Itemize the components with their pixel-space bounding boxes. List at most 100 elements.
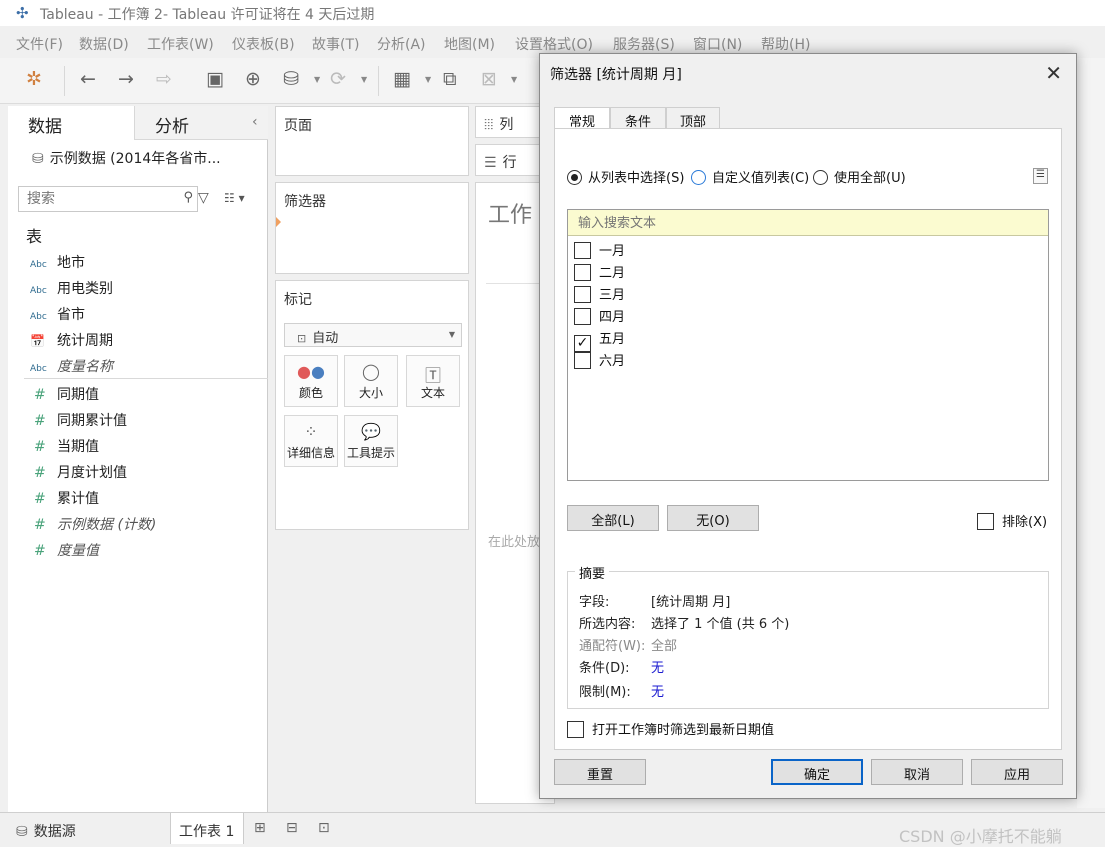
chevron-down-icon[interactable]: ▼ (511, 75, 517, 84)
field-item[interactable]: # 同期值 (30, 384, 99, 406)
summary-wildcard-row: 通配符(W): 全部 (579, 635, 677, 654)
chevron-down-icon[interactable]: ▼ (425, 75, 431, 84)
value-item-april[interactable]: 四月 (574, 306, 625, 326)
menu-window[interactable]: 窗口(N) (693, 34, 742, 54)
menu-story[interactable]: 故事(T) (312, 34, 359, 54)
field-item[interactable]: Abc 用电类别 (30, 278, 113, 300)
field-item[interactable]: Abc 省市 (30, 304, 85, 326)
pages-shelf[interactable]: 页面 (275, 106, 469, 176)
ok-button[interactable]: 确定 (771, 759, 863, 785)
menu-help[interactable]: 帮助(H) (761, 34, 810, 54)
tab-analysis[interactable]: 分析 (135, 106, 268, 140)
value-search-input[interactable] (576, 211, 1036, 235)
color-button[interactable]: ●● 颜色 (284, 355, 338, 407)
field-item[interactable]: # 月度计划值 (30, 462, 127, 484)
refresh-icon[interactable]: ⟳ (330, 68, 346, 90)
value-item-february[interactable]: 二月 (574, 262, 625, 282)
rows-shelf[interactable]: ☰ 行 (475, 144, 545, 176)
checkbox[interactable] (574, 264, 591, 281)
filters-shelf[interactable]: 筛选器 (275, 182, 469, 274)
checkbox[interactable] (574, 286, 591, 303)
value-search-field[interactable] (568, 210, 1048, 236)
database-icon: ⛁ (16, 824, 28, 840)
reset-button[interactable]: 重置 (554, 759, 646, 785)
value-item-march[interactable]: 三月 (574, 284, 625, 304)
field-item[interactable]: # 示例数据 (计数) (30, 514, 156, 536)
watermark: CSDN @小摩托不能躺 (899, 827, 1062, 846)
checkbox[interactable] (567, 721, 584, 738)
menu-data[interactable]: 数据(D) (79, 34, 129, 54)
menu-worksheet[interactable]: 工作表(W) (147, 34, 214, 54)
checkbox[interactable] (574, 308, 591, 325)
field-item[interactable]: # 当期值 (30, 436, 99, 458)
menu-dashboard[interactable]: 仪表板(B) (232, 34, 295, 54)
new-worksheet-icon[interactable]: ⊞ (254, 820, 266, 836)
size-button[interactable]: ◯ 大小 (344, 355, 398, 407)
tab-top[interactable]: 顶部 (666, 107, 720, 130)
pages-title: 页面 (284, 118, 312, 134)
mark-type-dropdown[interactable]: ⊡ 自动 ▼ (284, 323, 462, 347)
latest-date-option[interactable]: 打开工作簿时筛选到最新日期值 (567, 719, 774, 738)
summary-limit-row: 限制(M): 无 (579, 681, 664, 700)
new-story-icon[interactable]: ⊡ (318, 820, 330, 836)
radio-custom-value-list[interactable]: 自定义值列表(C) (691, 167, 809, 186)
apply-button[interactable]: 应用 (971, 759, 1063, 785)
field-item[interactable]: Abc 度量名称 (30, 356, 113, 378)
menu-file[interactable]: 文件(F) (16, 34, 63, 54)
filter-icon[interactable]: ▽ (198, 190, 209, 206)
back-icon[interactable]: ← (80, 68, 96, 90)
value-item-may[interactable]: ✓ 五月 (574, 328, 625, 352)
list-view-icon[interactable]: ☷ ▾ (224, 191, 245, 205)
chevron-down-icon[interactable]: ▼ (314, 75, 320, 84)
checkbox[interactable] (977, 513, 994, 530)
search-icon[interactable]: ⚲ (183, 190, 193, 205)
menu-map[interactable]: 地图(M) (444, 34, 495, 54)
new-datasource-icon[interactable]: ⊕ (245, 68, 261, 90)
duplicate-sheet-icon[interactable]: ⧉ (443, 68, 457, 90)
search-input[interactable] (25, 188, 175, 210)
menu-analysis[interactable]: 分析(A) (377, 34, 426, 54)
tab-condition[interactable]: 条件 (610, 107, 666, 130)
forward-icon[interactable]: → (118, 68, 134, 90)
checkbox[interactable] (574, 352, 591, 369)
save-icon[interactable]: ▣ (206, 68, 224, 90)
clear-sheet-icon[interactable]: ⊠ (481, 68, 497, 90)
value-item-january[interactable]: 一月 (574, 240, 625, 260)
radio-use-all[interactable]: 使用全部(U) (813, 167, 906, 186)
exclude-option[interactable]: 排除(X) (977, 511, 1047, 530)
columns-shelf[interactable]: ⦙⦙⦙ 列 (475, 106, 545, 138)
summary-selection-value: 选择了 1 个值 (共 6 个) (651, 617, 790, 632)
new-dashboard-icon[interactable]: ⊟ (286, 820, 298, 836)
detail-button[interactable]: ⁘ 详细信息 (284, 415, 338, 467)
field-item[interactable]: # 同期累计值 (30, 410, 127, 432)
tooltip-button[interactable]: 💬 工具提示 (344, 415, 398, 467)
tableau-home-icon[interactable]: ✲ (26, 68, 42, 90)
tab-general[interactable]: 常规 (554, 107, 610, 130)
menu-server[interactable]: 服务器(S) (613, 34, 675, 54)
list-options-icon[interactable]: ☰ (1033, 168, 1048, 184)
tab-sheet-1[interactable]: 工作表 1 (170, 813, 244, 844)
datasource-icon[interactable]: ⛁ (283, 68, 299, 90)
search-field[interactable]: ⚲ (18, 186, 198, 212)
radio-select-from-list[interactable]: 从列表中选择(S) (567, 167, 684, 186)
cancel-button[interactable]: 取消 (871, 759, 963, 785)
close-icon[interactable]: ✕ (1045, 61, 1062, 85)
datasource-item[interactable]: ⛁ 示例数据 (2014年各省市... (32, 148, 221, 168)
redo-icon[interactable]: ⇨ (156, 68, 172, 90)
checkbox[interactable] (574, 242, 591, 259)
field-item[interactable]: # 度量值 (30, 540, 99, 562)
text-button[interactable]: 🅃 文本 (406, 355, 460, 407)
new-worksheet-icon[interactable]: ▦ (393, 68, 411, 90)
select-all-button[interactable]: 全部(L) (567, 505, 659, 531)
tab-datasource[interactable]: ⛁ 数据源 (0, 813, 168, 844)
chevron-down-icon[interactable]: ▼ (361, 75, 367, 84)
select-none-button[interactable]: 无(O) (667, 505, 759, 531)
menu-format[interactable]: 设置格式(O) (515, 34, 593, 54)
collapse-pane-icon[interactable]: ‹ (252, 114, 258, 130)
field-item[interactable]: Abc 地市 (30, 252, 85, 274)
field-item[interactable]: 📅 统计周期 (30, 330, 113, 352)
value-item-june[interactable]: 六月 (574, 350, 625, 370)
toolbar-divider (64, 66, 65, 96)
field-item[interactable]: # 累计值 (30, 488, 99, 510)
tab-data[interactable]: 数据 (8, 106, 135, 140)
